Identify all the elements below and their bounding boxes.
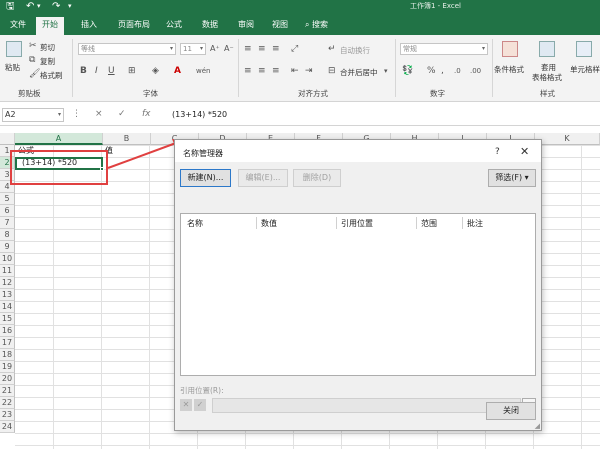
excel-window: 🖫 ↶ ▾ ↷ ▾ 工作簿1 - Excel 文件 开始 插入 页面布局 公式 … bbox=[0, 0, 600, 449]
delete-name-button[interactable]: 删除(D) bbox=[293, 169, 341, 187]
dialog-body: 新建(N)... 编辑(E)... 删除(D) 筛选(F) ▾ 名称 数值 引用… bbox=[175, 162, 541, 430]
edit-name-button[interactable]: 编辑(E)... bbox=[238, 169, 288, 187]
resize-grip-icon[interactable]: ◢ bbox=[535, 422, 540, 430]
refers-to-label: 引用位置(R): bbox=[180, 386, 224, 395]
list-header-divider bbox=[462, 217, 463, 229]
close-dialog-button[interactable]: 关闭 bbox=[486, 402, 536, 420]
refers-to-input[interactable] bbox=[212, 398, 521, 413]
list-header-divider bbox=[336, 217, 337, 229]
annotation-arrow-line bbox=[107, 142, 177, 169]
cancel-edit-icon[interactable]: ✕ bbox=[180, 399, 192, 411]
names-list[interactable]: 名称 数值 引用位置 范围 批注 bbox=[180, 213, 536, 376]
name-manager-dialog: 名称管理器 ? ✕ 新建(N)... 编辑(E)... 删除(D) 筛选(F) … bbox=[174, 139, 542, 431]
list-header-value[interactable]: 数值 bbox=[261, 218, 277, 229]
list-header-divider bbox=[416, 217, 417, 229]
dialog-title: 名称管理器 bbox=[183, 149, 223, 158]
list-header-divider bbox=[256, 217, 257, 229]
new-name-button[interactable]: 新建(N)... bbox=[180, 169, 231, 187]
filter-button[interactable]: 筛选(F) ▾ bbox=[488, 169, 536, 187]
help-icon[interactable]: ? bbox=[495, 147, 500, 157]
list-header-name[interactable]: 名称 bbox=[187, 218, 203, 229]
list-header-comment[interactable]: 批注 bbox=[467, 218, 483, 229]
list-header-refers-to[interactable]: 引用位置 bbox=[341, 218, 373, 229]
confirm-edit-icon[interactable]: ✓ bbox=[194, 399, 206, 411]
close-icon[interactable]: ✕ bbox=[520, 145, 529, 158]
list-header-scope[interactable]: 范围 bbox=[421, 218, 437, 229]
